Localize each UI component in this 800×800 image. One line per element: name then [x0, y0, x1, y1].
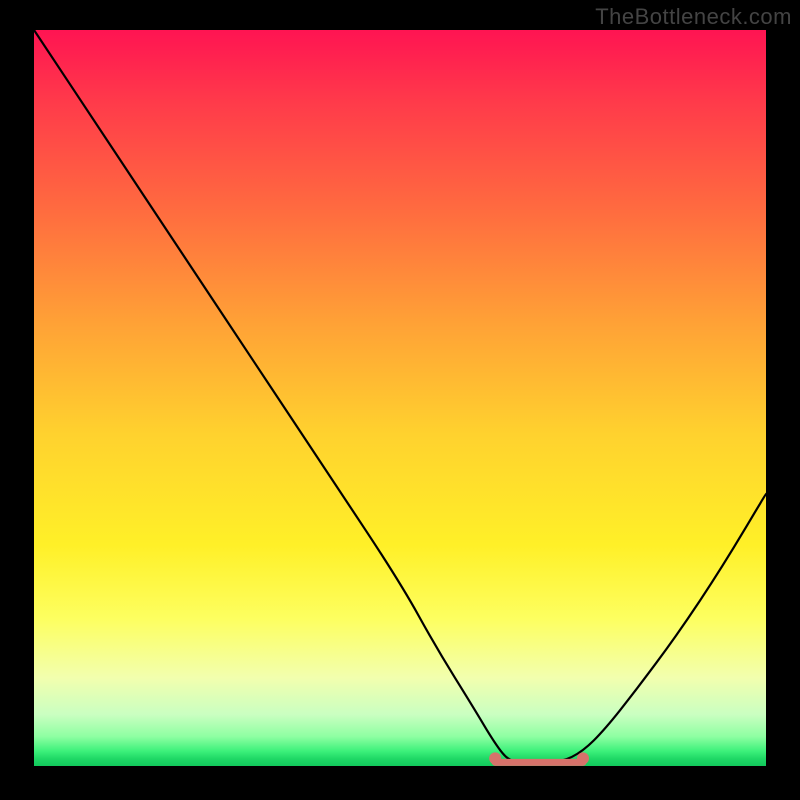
bottleneck-curve-path [34, 30, 766, 762]
chart-frame: TheBottleneck.com [0, 0, 800, 800]
curve-overlay [34, 30, 766, 766]
optimal-band-dot-left [489, 752, 501, 764]
optimal-band-dot-right [577, 752, 589, 764]
watermark-text: TheBottleneck.com [595, 4, 792, 30]
plot-area [34, 30, 766, 766]
